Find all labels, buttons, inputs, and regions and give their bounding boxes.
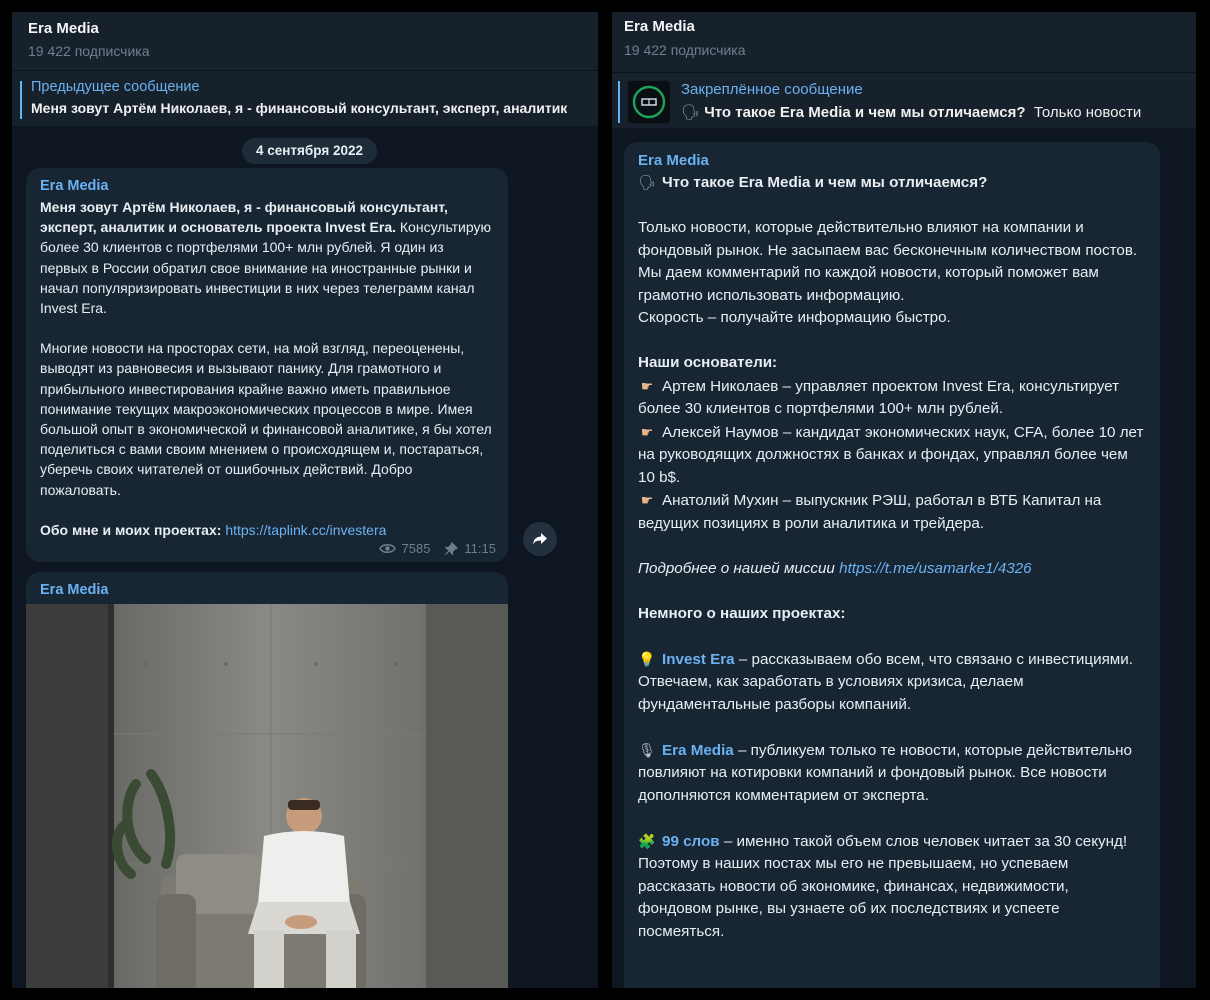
- pinned-message-bar[interactable]: Предыдущее сообщение Меня зовут Артём Ни…: [12, 70, 598, 126]
- channel-subscribers: 19 422 подписчика: [624, 42, 746, 58]
- pinned-preview: 🗣 Что такое Era Media и чем мы отличаемс…: [681, 104, 1142, 121]
- pinned-accent-line: [20, 81, 22, 119]
- founders-heading: Наши основатели:: [638, 354, 778, 371]
- founder-2: Алексей Наумов – кандидат экономических …: [638, 423, 1144, 486]
- bulb-icon: 💡: [638, 650, 656, 667]
- paragraph-2: Мы даем комментарий по каждой новости, к…: [638, 264, 1099, 304]
- message-bubble[interactable]: Era Media 🗣 Что такое Era Media и чем мы …: [624, 142, 1160, 988]
- message-heading: Что такое Era Media и чем мы отличаемся?: [662, 174, 988, 191]
- channel-header[interactable]: Era Media 19 422 подписчика: [12, 12, 598, 70]
- project-invest-era-link[interactable]: Invest Era: [662, 651, 735, 668]
- projects-heading: Немного о наших проектах:: [638, 604, 846, 622]
- mission-label: Подробнее о нашей миссии: [638, 559, 835, 577]
- paragraph-2: Многие новости на просторах сети, на мой…: [40, 340, 492, 498]
- message-text: Меня зовут Артём Николаев, я - финансовы…: [40, 197, 494, 540]
- founder-1: Артем Николаев – управляет проектом Inve…: [638, 377, 1120, 418]
- share-arrow-icon: [533, 533, 547, 545]
- speaking-head-icon: 🗣: [681, 104, 701, 121]
- pinned-label: Закреплённое сообщение: [681, 81, 863, 98]
- channel-title: Era Media: [624, 18, 695, 35]
- left-chat-window: Era Media 19 422 подписчика Предыдущее с…: [12, 12, 598, 988]
- message-sender[interactable]: Era Media: [26, 572, 508, 604]
- share-button[interactable]: [523, 522, 557, 556]
- pinned-accent-line: [618, 81, 620, 123]
- intro-bold: Меня зовут Артём Николаев, я - финансовы…: [40, 199, 448, 236]
- project-99-words-link[interactable]: 99 слов: [662, 833, 720, 850]
- pinned-thumbnail: [628, 81, 670, 123]
- message-text: 🗣 Что такое Era Media и чем мы отличаемся…: [638, 171, 1146, 943]
- pointing-hand-icon: ☛: [640, 377, 654, 394]
- photo-message-bubble[interactable]: Era Media: [26, 572, 508, 988]
- paragraph-1: Только новости, которые действительно вл…: [638, 219, 1138, 259]
- message-meta: 7585 11:15: [378, 541, 496, 556]
- microphone-icon: 🎙: [638, 741, 656, 758]
- links-label: Обо мне и моих проектах:: [40, 521, 222, 538]
- date-separator: 4 сентября 2022: [242, 138, 377, 164]
- message-bubble[interactable]: Era Media Меня зовут Артём Николаев, я -…: [26, 168, 508, 562]
- message-sender[interactable]: Era Media: [638, 152, 1146, 169]
- channel-subscribers: 19 422 подписчика: [28, 43, 150, 59]
- channel-title: Era Media: [28, 20, 99, 37]
- pointing-hand-icon: ☛: [640, 492, 654, 508]
- message-sender[interactable]: Era Media: [40, 178, 494, 194]
- puzzle-icon: 🧩: [638, 832, 656, 849]
- channel-header[interactable]: Era Media 19 422 подписчика: [612, 12, 1196, 72]
- views-count: 7585: [401, 541, 431, 556]
- mission-link[interactable]: https://t.me/usamarke1/4326: [839, 560, 1031, 577]
- message-time: 11:15: [464, 541, 496, 556]
- paragraph-3: Скорость – получайте информацию быстро.: [638, 309, 951, 326]
- pinned-preview: Меня зовут Артём Николаев, я - финансовы…: [31, 100, 568, 116]
- message-photo[interactable]: [26, 604, 508, 988]
- eye-icon: [378, 543, 396, 554]
- pinned-label: Предыдущее сообщение: [31, 79, 200, 95]
- founder-3: Анатолий Мухин – выпускник РЭШ, работал …: [638, 492, 1102, 532]
- pin-icon: [444, 541, 459, 555]
- photo-illustration: [26, 604, 508, 988]
- pinned-message-bar[interactable]: Закреплённое сообщение 🗣 Что такое Era M…: [612, 72, 1196, 128]
- speaking-head-icon: 🗣: [638, 174, 656, 190]
- right-chat-window: Era Media 19 422 подписчика Закреплённое…: [612, 12, 1196, 988]
- era-logo-icon: [632, 85, 666, 119]
- pointing-hand-icon: ☛: [640, 423, 654, 440]
- project-era-media-link[interactable]: Era Media: [662, 742, 734, 759]
- taplink-link[interactable]: https://taplink.cc/investera: [225, 522, 386, 538]
